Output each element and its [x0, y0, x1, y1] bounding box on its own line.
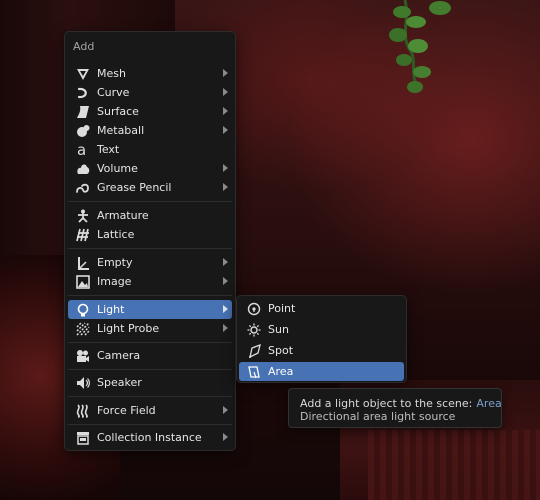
grease-pencil-icon: [75, 180, 91, 196]
area-light-icon: [246, 364, 262, 380]
submenu-item-label: Spot: [268, 344, 294, 357]
lattice-icon: [75, 227, 91, 243]
submenu-item-spot[interactable]: Spot: [239, 341, 404, 360]
submenu-arrow-icon: [223, 406, 228, 414]
menu-item-label: Image: [97, 275, 132, 288]
menu-item-speaker[interactable]: Speaker: [68, 373, 232, 392]
menu-title: Add: [73, 40, 95, 53]
menu-item-grease-pencil[interactable]: Grease Pencil: [68, 178, 232, 197]
menu-item-light[interactable]: Light: [68, 300, 232, 319]
menu-item-label: Surface: [97, 105, 139, 118]
surface-icon: [75, 104, 91, 120]
menu-item-label: Camera: [97, 349, 141, 362]
submenu-arrow-icon: [223, 88, 228, 96]
submenu-item-point[interactable]: Point: [239, 299, 404, 318]
submenu-item-label: Sun: [268, 323, 289, 336]
menu-item-collection-instance[interactable]: Collection Instance: [68, 428, 232, 447]
menu-item-surface[interactable]: Surface: [68, 102, 232, 121]
submenu-arrow-icon: [223, 183, 228, 191]
carpet: [368, 430, 540, 500]
curve-icon: [75, 85, 91, 101]
menu-item-label: Light: [97, 303, 125, 316]
svg-text:a: a: [77, 143, 86, 157]
camera-icon: [75, 348, 91, 364]
submenu-arrow-icon: [223, 126, 228, 134]
menu-item-lattice[interactable]: Lattice: [68, 225, 232, 244]
menu-item-label: Empty: [97, 256, 133, 269]
menu-item-image[interactable]: Image: [68, 272, 232, 291]
menu-item-label: Volume: [97, 162, 138, 175]
menu-item-text[interactable]: a Text: [68, 140, 232, 159]
menu-item-metaball[interactable]: Metaball: [68, 121, 232, 140]
menu-item-camera[interactable]: Camera: [68, 346, 232, 365]
menu-item-label: Mesh: [97, 67, 126, 80]
speaker-icon: [75, 375, 91, 391]
light-probe-icon: [75, 321, 91, 337]
menu-item-curve[interactable]: Curve: [68, 83, 232, 102]
collection-icon: [75, 430, 91, 446]
empty-icon: [75, 255, 91, 271]
menu-item-label: Speaker: [97, 376, 142, 389]
tooltip-python-value: Area: [476, 397, 502, 410]
menu-separator: [68, 201, 232, 202]
force-field-icon: [75, 403, 91, 419]
menu-separator: [68, 342, 232, 343]
volume-icon: [75, 161, 91, 177]
tooltip: Add a light object to the scene: Area Dir…: [288, 388, 502, 428]
menu-item-mesh[interactable]: Mesh: [68, 64, 232, 83]
menu-separator: [68, 396, 232, 397]
submenu-item-label: Point: [268, 302, 296, 315]
menu-item-label: Grease Pencil: [97, 181, 172, 194]
menu-separator: [68, 248, 232, 249]
add-menu: Add Mesh Curve Surface Metaball a Text V…: [64, 31, 236, 451]
submenu-arrow-icon: [223, 258, 228, 266]
menu-item-label: Lattice: [97, 228, 135, 241]
submenu-arrow-icon: [223, 324, 228, 332]
menu-item-label: Curve: [97, 86, 130, 99]
menu-item-label: Light Probe: [97, 322, 160, 335]
metaball-icon: [75, 123, 91, 139]
menu-item-label: Armature: [97, 209, 149, 222]
submenu-item-sun[interactable]: Sun: [239, 320, 404, 339]
submenu-item-area[interactable]: Area: [239, 362, 404, 381]
submenu-arrow-icon: [223, 305, 228, 313]
light-submenu: Point Sun Spot Area: [236, 295, 407, 383]
menu-item-armature[interactable]: Armature: [68, 206, 232, 225]
menu-separator: [68, 369, 232, 370]
submenu-arrow-icon: [223, 164, 228, 172]
menu-item-empty[interactable]: Empty: [68, 253, 232, 272]
menu-item-label: Force Field: [97, 404, 156, 417]
spot-light-icon: [246, 343, 262, 359]
submenu-arrow-icon: [223, 69, 228, 77]
sun-light-icon: [246, 322, 262, 338]
submenu-arrow-icon: [223, 107, 228, 115]
text-icon: a: [75, 142, 91, 158]
tooltip-description-text: Add a light object to the scene:: [300, 397, 473, 410]
menu-item-label: Metaball: [97, 124, 145, 137]
menu-separator: [68, 295, 232, 296]
tooltip-description: Add a light object to the scene: Area: [300, 397, 502, 410]
submenu-arrow-icon: [223, 433, 228, 441]
light-icon: [75, 302, 91, 318]
image-icon: [75, 274, 91, 290]
submenu-arrow-icon: [223, 277, 228, 285]
menu-item-light-probe[interactable]: Light Probe: [68, 319, 232, 338]
submenu-item-label: Area: [268, 365, 294, 378]
menu-item-force-field[interactable]: Force Field: [68, 401, 232, 420]
point-light-icon: [246, 301, 262, 317]
mesh-icon: [75, 66, 91, 82]
menu-item-label: Text: [97, 143, 120, 156]
hanging-plant: [389, 0, 451, 93]
armature-icon: [75, 208, 91, 224]
menu-item-label: Collection Instance: [97, 431, 202, 444]
tooltip-detail: Directional area light source: [300, 410, 456, 423]
menu-item-volume[interactable]: Volume: [68, 159, 232, 178]
menu-separator: [68, 424, 232, 425]
